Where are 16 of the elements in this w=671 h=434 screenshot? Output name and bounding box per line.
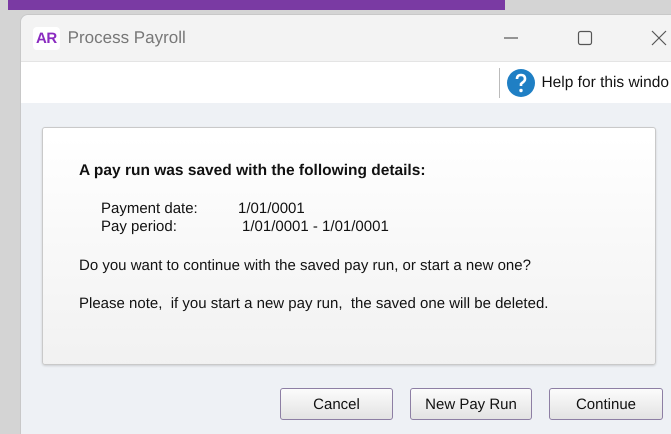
dialog-button[interactable]: Continue (549, 388, 663, 420)
detail-value: 1/01/0001 - 1/01/0001 (241, 218, 389, 236)
detail-label: Pay period: (101, 218, 178, 236)
detail-label: Payment date: (101, 200, 199, 218)
dialog-button[interactable]: New Pay Run (410, 388, 532, 420)
help-button[interactable]: Help for this windo (506, 68, 669, 98)
message-heading: A pay run was saved with the following details: (79, 162, 427, 180)
note-text: Please note, if you start a new pay run, the saved one will be deleted. (79, 295, 550, 312)
close-icon[interactable] (651, 30, 667, 46)
maximize-icon[interactable] (577, 30, 593, 46)
window-title: Process Payroll (68, 28, 186, 48)
question-text: Do you want to continue with the saved pay run, or start a new one? (79, 257, 532, 274)
app-logo: AR (33, 26, 60, 50)
dialog-button[interactable]: Cancel (280, 388, 393, 420)
help-icon (506, 68, 536, 98)
detail-value: 1/01/0001 (238, 200, 306, 218)
